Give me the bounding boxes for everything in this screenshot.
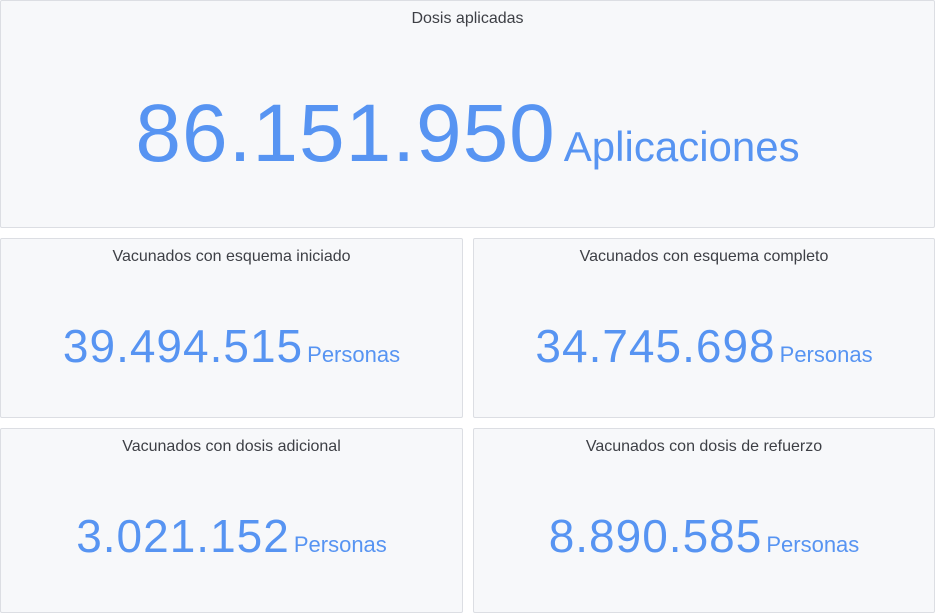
stat-display: 3.021.152 Personas — [1, 509, 462, 563]
stat-display: 86.151.950 Aplicaciones — [1, 87, 934, 181]
panel-title: Vacunados con dosis adicional — [122, 438, 341, 455]
stat-panel-dosis-refuerzo: Vacunados con dosis de refuerzo 8.890.58… — [473, 428, 935, 613]
stat-unit: Personas — [293, 532, 387, 557]
stat-panel-esquema-iniciado: Vacunados con esquema iniciado 39.494.51… — [0, 238, 463, 418]
stat-display: 39.494.515 Personas — [1, 319, 462, 373]
stat-panel-dosis-aplicadas: Dosis aplicadas 86.151.950 Aplicaciones — [0, 0, 935, 228]
panel-title: Dosis aplicadas — [411, 10, 524, 27]
stat-value: 39.494.515 — [62, 320, 304, 372]
stat-value: 86.151.950 — [135, 88, 556, 179]
stat-value: 3.021.152 — [76, 510, 290, 562]
stat-unit: Personas — [307, 342, 401, 367]
stat-unit: Personas — [779, 342, 873, 367]
stat-value: 8.890.585 — [548, 510, 763, 562]
stat-value: 34.745.698 — [535, 320, 776, 372]
stat-panel-esquema-completo: Vacunados con esquema completo 34.745.69… — [473, 238, 935, 418]
stat-display: 34.745.698 Personas — [474, 319, 934, 373]
stat-display: 8.890.585 Personas — [474, 509, 934, 563]
panel-title: Vacunados con esquema iniciado — [112, 248, 351, 265]
stat-unit: Personas — [766, 532, 860, 557]
stat-unit: Aplicaciones — [563, 123, 800, 170]
stat-panel-dosis-adicional: Vacunados con dosis adicional 3.021.152 P… — [0, 428, 463, 613]
panel-title: Vacunados con dosis de refuerzo — [585, 438, 823, 455]
panel-title: Vacunados con esquema completo — [579, 248, 829, 265]
